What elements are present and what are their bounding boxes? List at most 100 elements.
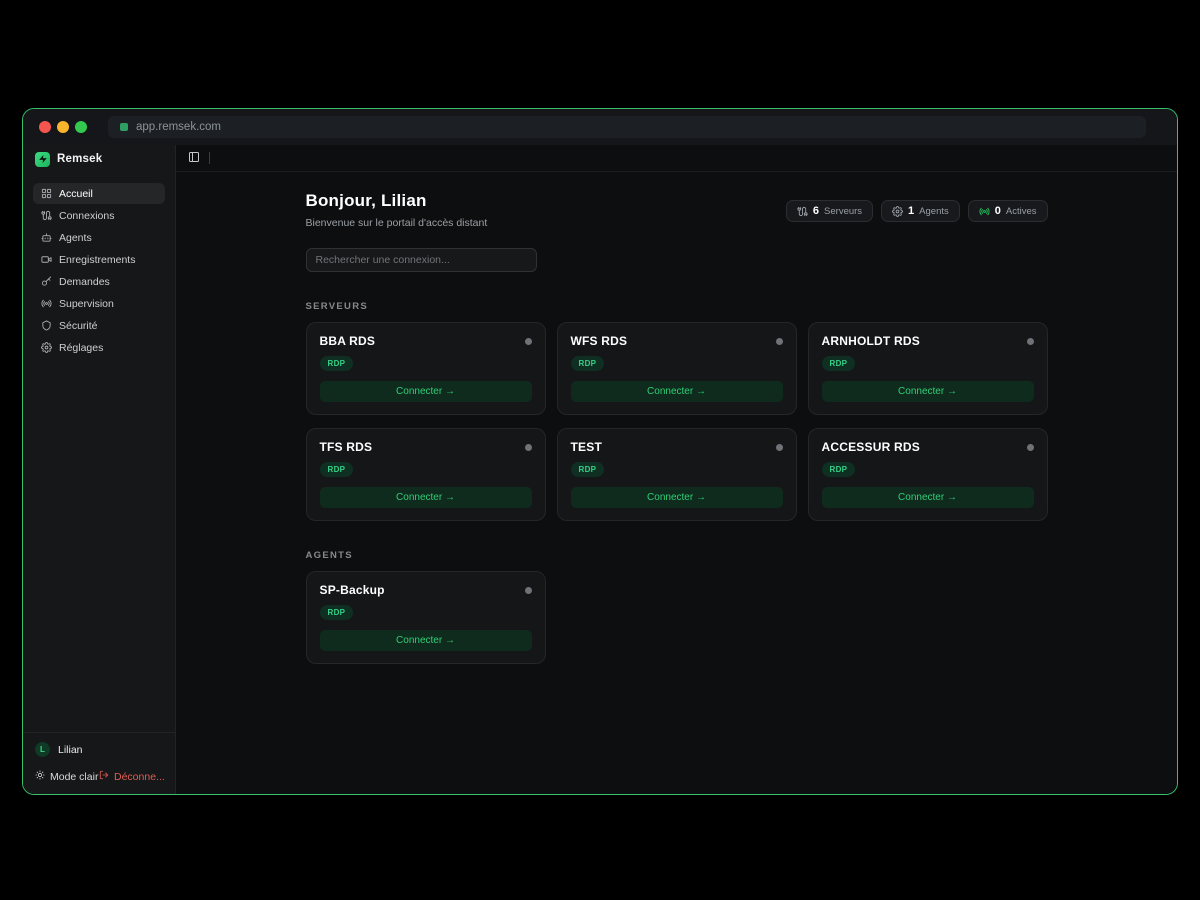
protocol-badge: RDP: [822, 462, 856, 477]
stat-label: Actives: [1006, 206, 1037, 217]
connection-card-tfs-rds: TFS RDSRDPConnecter →: [306, 428, 546, 521]
card-head: WFS RDS: [571, 334, 783, 348]
sidebar-toggle-button[interactable]: [188, 151, 200, 166]
sidebar-nav: Accueil Connexions Agents Enregistrements De…: [23, 173, 175, 368]
connect-button[interactable]: Connecter →: [320, 381, 532, 402]
window-minimize-button[interactable]: [57, 121, 69, 133]
cable-icon: [797, 206, 808, 217]
page-subtitle: Bienvenue sur le portail d'accès distant: [306, 217, 488, 229]
card-title: ACCESSUR RDS: [822, 440, 920, 454]
url-text: app.remsek.com: [136, 121, 221, 133]
status-dot: [776, 444, 783, 451]
card-head: SP-Backup: [320, 583, 532, 597]
window-close-button[interactable]: [39, 121, 51, 133]
sidebar-item-accueil[interactable]: Accueil: [33, 183, 165, 204]
card-title: BBA RDS: [320, 334, 376, 348]
card-head: ARNHOLDT RDS: [822, 334, 1034, 348]
sidebar-item-enregistrements[interactable]: Enregistrements: [33, 249, 165, 270]
sidebar-item-connexions[interactable]: Connexions: [33, 205, 165, 226]
grid-icon: [41, 188, 52, 199]
sidebar-item-demandes[interactable]: Demandes: [33, 271, 165, 292]
stats-row: 6Serveurs1Agents0Actives: [786, 200, 1048, 222]
status-dot: [1027, 444, 1034, 451]
brand: Remsek: [23, 145, 175, 173]
main-topbar: [176, 145, 1177, 172]
sidebar-item-agents[interactable]: Agents: [33, 227, 165, 248]
status-dot: [1027, 338, 1034, 345]
content-header: Bonjour, Lilian Bienvenue sur le portail…: [306, 190, 1048, 229]
sidebar-item-label: Enregistrements: [59, 254, 135, 266]
browser-window: app.remsek.com Remsek AccueilConnexionsA…: [22, 108, 1178, 795]
key-icon: [41, 276, 52, 287]
address-bar[interactable]: app.remsek.com: [108, 116, 1146, 138]
card-title: TEST: [571, 440, 602, 454]
connect-button[interactable]: Connecter →: [822, 487, 1034, 508]
status-dot: [776, 338, 783, 345]
card-title: SP-Backup: [320, 583, 385, 597]
protocol-badge: RDP: [320, 356, 354, 371]
bot-icon: [41, 232, 52, 243]
connection-card-wfs-rds: WFS RDS RDP Connecter →: [557, 322, 797, 415]
stat-label: Serveurs: [824, 206, 862, 217]
connect-button[interactable]: Connecter →: [320, 630, 532, 651]
card-head: TFS RDS: [320, 440, 532, 454]
sidebar-item-supervision[interactable]: Supervision: [33, 293, 165, 314]
sidebar-item-reglages[interactable]: Réglages: [33, 337, 165, 358]
section-label-serveurs: SERVEURS: [306, 301, 1048, 312]
sidebar-item-label: Accueil: [59, 188, 93, 200]
sidebar-item-label: Réglages: [59, 342, 103, 354]
protocol-badge: RDP: [822, 356, 856, 371]
status-dot: [525, 444, 532, 451]
stat-pill-actives: 0Actives: [968, 200, 1048, 222]
status-dot: [525, 587, 532, 594]
stat-value: 6: [813, 205, 819, 217]
connection-card-arnholdt-rds: ARNHOLDT RDS RDP Connecter →: [808, 322, 1048, 415]
cards-grid-agents: SP-Backup RDP Connecter →: [306, 571, 1048, 664]
site-security-icon: [120, 123, 128, 131]
section-label-agents: AGENTS: [306, 550, 1048, 561]
protocol-badge: RDP: [571, 356, 605, 371]
status-dot: [525, 338, 532, 345]
protocol-badge: RDP: [571, 462, 605, 477]
connect-button[interactable]: Connecter →: [320, 487, 532, 508]
avatar: L: [35, 742, 50, 757]
sidebar-item-label: Supervision: [59, 298, 114, 310]
sidebar-item-label: Sécurité: [59, 320, 98, 332]
connect-button[interactable]: Connecter →: [822, 381, 1034, 402]
theme-toggle-button[interactable]: Mode clair: [35, 770, 98, 783]
connect-button[interactable]: Connecter →: [571, 381, 783, 402]
connection-card-sp-backup: SP-Backup RDP Connecter →: [306, 571, 546, 664]
stat-pill-serveurs: 6 Serveurs: [786, 200, 873, 222]
connect-button[interactable]: Connecter →: [571, 487, 783, 508]
logout-label: Déconne...: [114, 771, 165, 783]
footer-actions: Mode clair Déconne...: [35, 770, 163, 783]
window-zoom-button[interactable]: [75, 121, 87, 133]
protocol-badge: RDP: [320, 605, 354, 620]
main-area: Bonjour, Lilian Bienvenue sur le portail…: [176, 145, 1177, 794]
topbar-divider: [209, 152, 210, 164]
card-title: WFS RDS: [571, 334, 628, 348]
app-frame: Remsek Accueil Connexions Agents Enregistre…: [23, 145, 1177, 794]
user-name: Lilian: [58, 744, 83, 756]
connection-card-bba-rds: BBA RDS RDP Connecter →: [306, 322, 546, 415]
sidebar-item-label: Connexions: [59, 210, 114, 222]
traffic-lights: [39, 121, 87, 133]
browser-titlebar: app.remsek.com: [23, 109, 1177, 145]
cards-grid-serveurs: BBA RDS RDP Connecter → WFS RDS RDP Connecter…: [306, 322, 1048, 521]
video-icon: [41, 254, 52, 265]
brand-name: Remsek: [57, 153, 102, 165]
shield-icon: [41, 320, 52, 331]
connection-card-accessur-rds: ACCESSUR RDS RDP Connecter →: [808, 428, 1048, 521]
sidebar-item-securite[interactable]: Sécurité: [33, 315, 165, 336]
remsek-logo-icon: [35, 152, 50, 167]
card-title: ARNHOLDT RDS: [822, 334, 920, 348]
search-input[interactable]: [306, 248, 537, 272]
gear-icon: [892, 206, 903, 217]
logout-button[interactable]: Déconne...: [99, 770, 163, 783]
gear-icon: [41, 342, 52, 353]
cable-icon: [41, 210, 52, 221]
logout-icon: [99, 770, 109, 783]
user-menu[interactable]: L Lilian: [35, 742, 163, 757]
stat-label: Agents: [919, 206, 949, 217]
sidebar-item-label: Demandes: [59, 276, 110, 288]
